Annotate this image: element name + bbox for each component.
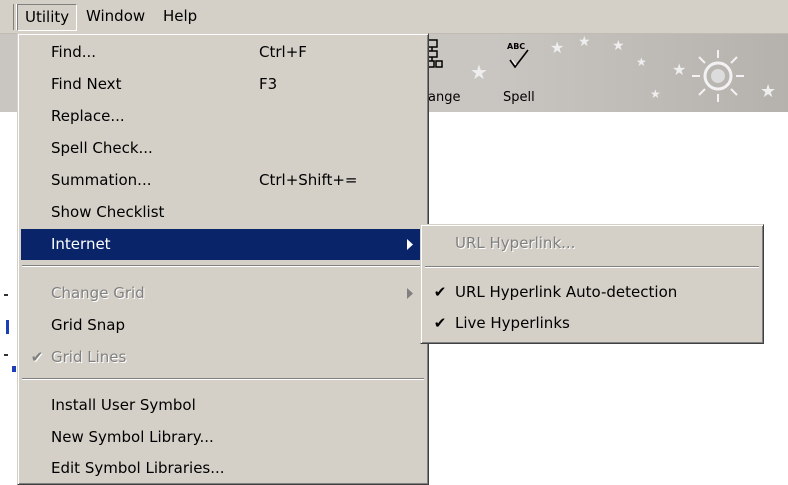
menu-item-label: URL Hyperlink Auto-detection (455, 283, 678, 301)
menu-item-summation[interactable]: Summation... Ctrl+Shift+= (21, 165, 425, 196)
star-icon: ★ (650, 87, 661, 101)
menu-item-internet[interactable]: Internet (21, 229, 425, 260)
menu-item-label: Edit Symbol Libraries... (51, 459, 225, 477)
submenu-item-live-hyperlinks[interactable]: ✔ Live Hyperlinks (424, 308, 760, 339)
menu-item-spell-check[interactable]: Spell Check... (21, 133, 425, 164)
checkmark-icon: ✔ (30, 348, 44, 366)
submenu-item-url-auto-detection[interactable]: ✔ URL Hyperlink Auto-detection (424, 277, 760, 308)
toolbar-spell-label: Spell (503, 90, 535, 105)
submenu-item-url-hyperlink[interactable]: URL Hyperlink... (424, 228, 760, 259)
menu-item-label: Show Checklist (51, 203, 165, 221)
menu-item-label: Find Next (51, 75, 122, 93)
menu-help[interactable]: Help (156, 4, 204, 29)
menu-separator (22, 378, 424, 380)
menu-item-label: Find... (51, 43, 97, 61)
change-grid-icon[interactable] (426, 38, 456, 72)
lightbulb-icon (692, 50, 744, 102)
menu-item-replace[interactable]: Replace... (21, 101, 425, 132)
page-fragment (0, 350, 16, 374)
menu-item-label: Grid Snap (51, 316, 125, 334)
checkmark-icon: ✔ (433, 283, 447, 301)
star-icon: ★ (636, 55, 647, 69)
menu-item-label: Install User Symbol (51, 396, 196, 414)
menu-item-label: Summation... (51, 171, 152, 189)
submenu-arrow-icon (407, 288, 413, 299)
submenu-arrow-icon (407, 239, 413, 250)
menu-window[interactable]: Window (79, 4, 152, 29)
internet-submenu: URL Hyperlink... ✔ URL Hyperlink Auto-de… (420, 224, 764, 344)
menu-item-new-symbol-library[interactable]: New Symbol Library... (21, 422, 425, 453)
menu-item-label: Replace... (51, 107, 125, 125)
menu-bar: Utility Window Help (0, 0, 788, 34)
spell-check-icon[interactable]: ABC (504, 40, 534, 74)
star-icon: ★ (760, 81, 777, 102)
star-icon: ★ (612, 38, 625, 54)
menu-item-edit-symbol-libraries[interactable]: Edit Symbol Libraries... (21, 453, 425, 484)
menu-item-label: Internet (51, 235, 111, 253)
star-icon: ★ (578, 34, 591, 50)
menu-item-find-next[interactable]: Find Next F3 (21, 69, 425, 100)
svg-text:ABC: ABC (507, 42, 525, 51)
menu-item-find[interactable]: Find... Ctrl+F (21, 37, 425, 68)
menu-item-change-grid[interactable]: Change Grid (21, 278, 425, 309)
menu-item-label: New Symbol Library... (51, 428, 214, 446)
star-icon: ★ (672, 60, 687, 79)
menu-item-shortcut: Ctrl+F (259, 43, 307, 61)
menu-separator (425, 266, 759, 268)
menu-utility[interactable]: Utility (17, 4, 78, 31)
menu-item-grid-snap[interactable]: Grid Snap (21, 310, 425, 341)
menu-item-label: URL Hyperlink... (455, 234, 576, 252)
menu-item-label: Spell Check... (51, 139, 153, 157)
menu-separator (22, 265, 424, 267)
menu-item-label: Change Grid (51, 284, 145, 302)
toolbar-change-label: ange (428, 90, 461, 105)
menu-item-show-checklist[interactable]: Show Checklist (21, 197, 425, 228)
menu-item-shortcut: F3 (259, 75, 278, 93)
menu-item-install-user-symbol[interactable]: Install User Symbol (21, 390, 425, 421)
star-icon: ★ (550, 38, 565, 57)
page-fragment (0, 288, 16, 302)
menu-item-shortcut: Ctrl+Shift+= (259, 171, 358, 189)
star-icon: ★ (470, 60, 488, 84)
menu-item-grid-lines[interactable]: ✔ Grid Lines (21, 342, 425, 373)
checkmark-icon: ✔ (433, 314, 447, 332)
menu-item-label: Grid Lines (51, 348, 127, 366)
menu-item-label: Live Hyperlinks (455, 314, 570, 332)
page-fragment-link (0, 318, 16, 338)
utility-menu: Find... Ctrl+F Find Next F3 Replace... S… (17, 33, 429, 485)
